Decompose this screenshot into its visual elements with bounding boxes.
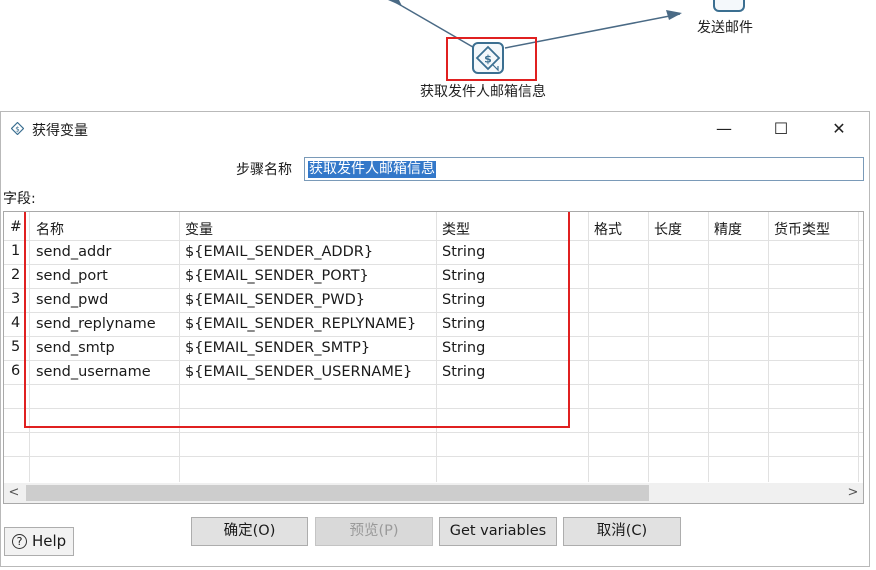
variable-diamond-icon: $ bbox=[11, 122, 24, 135]
scroll-left-icon[interactable]: < bbox=[4, 483, 24, 503]
minimize-button[interactable]: — bbox=[701, 112, 747, 145]
column-header-index[interactable]: # bbox=[10, 219, 22, 235]
maximize-button[interactable]: ☐ bbox=[758, 112, 804, 145]
horizontal-scrollbar[interactable]: < > bbox=[4, 483, 863, 503]
row-number: 3 bbox=[11, 291, 21, 307]
table-highlight-box bbox=[24, 212, 570, 428]
transformation-canvas[interactable]: 发送邮件 $ 获取发件人邮箱信息 bbox=[0, 0, 876, 110]
get-variables-dialog: $ 获得变量 — ☐ ✕ 步骤名称 获取发件人邮箱信息 字段: # 名称 变量 … bbox=[0, 111, 870, 567]
row-number: 6 bbox=[11, 363, 21, 379]
ok-button[interactable]: 确定(O) bbox=[191, 517, 308, 546]
column-header-currency[interactable]: 货币类型 bbox=[774, 219, 830, 239]
fields-table[interactable]: # 名称 变量 类型 格式 长度 精度 货币类型 1 send_addr ${E… bbox=[3, 211, 864, 504]
column-header-length[interactable]: 长度 bbox=[654, 219, 682, 239]
help-icon: ? bbox=[12, 534, 27, 549]
svg-text:$: $ bbox=[15, 126, 19, 134]
column-header-format[interactable]: 格式 bbox=[594, 219, 622, 239]
dialog-title: 获得变量 bbox=[32, 123, 88, 139]
cancel-button[interactable]: 取消(C) bbox=[563, 517, 681, 546]
close-button[interactable]: ✕ bbox=[816, 112, 862, 145]
step-name-input[interactable]: 获取发件人邮箱信息 bbox=[304, 157, 864, 181]
node-highlight-box bbox=[446, 37, 537, 81]
scroll-thumb[interactable] bbox=[26, 485, 649, 501]
send-mail-node-icon[interactable] bbox=[713, 0, 745, 12]
step-name-value: 获取发件人邮箱信息 bbox=[308, 161, 436, 178]
row-number: 4 bbox=[11, 315, 21, 331]
dialog-titlebar[interactable]: $ 获得变量 — ☐ ✕ bbox=[1, 112, 869, 145]
get-variables-button[interactable]: Get variables bbox=[439, 517, 557, 546]
help-label: Help bbox=[32, 532, 67, 550]
get-variables-node-label: 获取发件人邮箱信息 bbox=[420, 84, 546, 100]
row-number: 5 bbox=[11, 339, 21, 355]
scroll-right-icon[interactable]: > bbox=[843, 483, 863, 503]
preview-button[interactable]: 预览(P) bbox=[315, 517, 433, 546]
step-name-label: 步骤名称 bbox=[236, 162, 292, 178]
help-button[interactable]: ? Help bbox=[4, 527, 74, 556]
fields-label: 字段: bbox=[3, 191, 36, 207]
send-mail-node-label: 发送邮件 bbox=[697, 20, 753, 36]
row-number: 1 bbox=[11, 243, 21, 259]
column-header-precision[interactable]: 精度 bbox=[714, 219, 742, 239]
row-number: 2 bbox=[11, 267, 21, 283]
